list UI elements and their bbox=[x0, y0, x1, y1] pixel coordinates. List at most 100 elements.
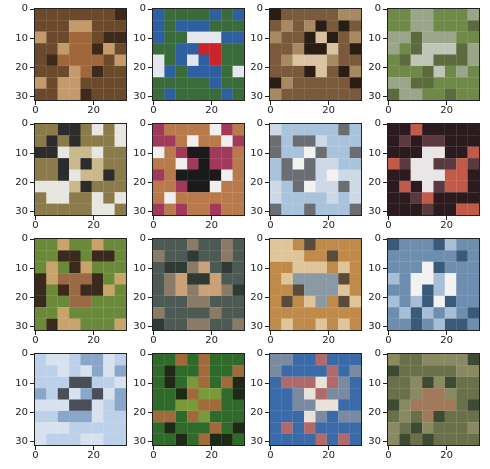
pixel-block bbox=[315, 354, 327, 366]
pixel-block bbox=[80, 65, 92, 78]
pixel-block bbox=[57, 410, 70, 423]
pixel-block bbox=[91, 54, 104, 66]
pixel-block bbox=[221, 273, 233, 285]
pixel-block bbox=[198, 273, 210, 285]
pixel-block bbox=[281, 31, 293, 44]
pixel-block bbox=[209, 124, 222, 136]
y-tick-label: 0 bbox=[256, 3, 263, 15]
pixel-block bbox=[221, 376, 233, 389]
pixel-block bbox=[467, 203, 479, 215]
pixel-block bbox=[292, 399, 305, 411]
y-tick-label: 10 bbox=[250, 262, 263, 274]
pixel-block bbox=[326, 169, 339, 181]
pixel-block bbox=[467, 376, 479, 389]
pixel-block bbox=[410, 307, 423, 319]
pixel-block bbox=[399, 295, 411, 308]
pixel-block bbox=[69, 88, 81, 100]
pixel-block bbox=[292, 65, 305, 78]
pixel-block bbox=[91, 169, 104, 181]
pixel-block bbox=[304, 77, 316, 89]
pixel-block bbox=[91, 250, 104, 262]
pixel-block bbox=[114, 410, 126, 423]
pixel-block bbox=[304, 376, 316, 389]
pixel-block bbox=[467, 261, 479, 274]
pixel-block bbox=[410, 239, 423, 251]
y-tick-label: 0 bbox=[374, 3, 381, 15]
pixel-block bbox=[326, 65, 339, 78]
y-tick-label: 30 bbox=[15, 205, 28, 217]
pixel-block bbox=[232, 422, 244, 434]
pixel-block bbox=[349, 88, 361, 100]
pixel-block bbox=[410, 273, 423, 285]
pixel-block bbox=[175, 203, 188, 215]
pixel-block bbox=[221, 146, 233, 159]
pixel-block bbox=[91, 433, 104, 445]
pixel-block bbox=[221, 31, 233, 44]
pixel-block bbox=[198, 65, 210, 78]
pixel-block bbox=[69, 203, 81, 215]
pixel-block bbox=[281, 365, 293, 377]
pixel-block bbox=[69, 284, 81, 296]
pixel-block bbox=[270, 354, 282, 366]
pixel-block bbox=[315, 31, 327, 44]
pixel-block bbox=[349, 77, 361, 89]
pixel-block bbox=[422, 318, 434, 330]
pixel-block bbox=[153, 318, 165, 330]
y-tick-label: 30 bbox=[133, 90, 146, 102]
image-axes bbox=[34, 123, 127, 216]
pixel-block bbox=[91, 9, 104, 21]
pixel-block bbox=[198, 124, 210, 136]
pixel-block bbox=[114, 376, 126, 389]
pixel-block bbox=[209, 43, 222, 55]
pixel-block bbox=[456, 43, 468, 55]
pixel-block bbox=[349, 376, 361, 389]
pixel-block bbox=[444, 410, 457, 423]
pixel-block bbox=[187, 20, 199, 32]
pixel-block bbox=[103, 388, 115, 400]
pixel-block bbox=[270, 318, 282, 330]
pixel-block bbox=[46, 180, 58, 193]
y-tick-mark bbox=[30, 182, 34, 184]
pixel-block bbox=[349, 410, 361, 423]
pixel-block bbox=[57, 180, 70, 193]
image-axes bbox=[387, 238, 480, 331]
pixel-block bbox=[349, 43, 361, 55]
pixel-block bbox=[456, 146, 468, 159]
pixel-image bbox=[388, 9, 479, 100]
pixel-block bbox=[338, 88, 350, 100]
pixel-block bbox=[164, 77, 176, 89]
pixel-block bbox=[221, 9, 233, 21]
pixel-block bbox=[456, 388, 468, 400]
pixel-block bbox=[281, 239, 293, 251]
pixel-block bbox=[153, 180, 165, 193]
x-tick-label: 20 bbox=[87, 335, 100, 346]
pixel-block bbox=[114, 422, 126, 434]
pixel-block bbox=[80, 250, 92, 262]
pixel-block bbox=[422, 295, 434, 308]
x-tick-label: 0 bbox=[385, 450, 392, 461]
pixel-block bbox=[292, 239, 305, 251]
pixel-block bbox=[433, 307, 445, 319]
pixel-block bbox=[80, 307, 92, 319]
pixel-block bbox=[198, 410, 210, 423]
pixel-block bbox=[187, 158, 199, 170]
pixel-block bbox=[232, 307, 244, 319]
pixel-block bbox=[270, 399, 282, 411]
pixel-block bbox=[57, 433, 70, 445]
pixel-block bbox=[209, 135, 222, 147]
pixel-block bbox=[187, 284, 199, 296]
pixel-block bbox=[35, 180, 47, 193]
pixel-image bbox=[270, 239, 361, 330]
pixel-block bbox=[114, 31, 126, 44]
x-tick-label: 0 bbox=[32, 105, 39, 116]
y-tick-label: 10 bbox=[15, 147, 28, 159]
pixel-block bbox=[198, 250, 210, 262]
pixel-image bbox=[388, 239, 479, 330]
pixel-block bbox=[103, 433, 115, 445]
pixel-block bbox=[326, 388, 339, 400]
pixel-block bbox=[422, 250, 434, 262]
pixel-block bbox=[187, 261, 199, 274]
pixel-block bbox=[103, 9, 115, 21]
pixel-block bbox=[80, 169, 92, 181]
pixel-block bbox=[270, 295, 282, 308]
